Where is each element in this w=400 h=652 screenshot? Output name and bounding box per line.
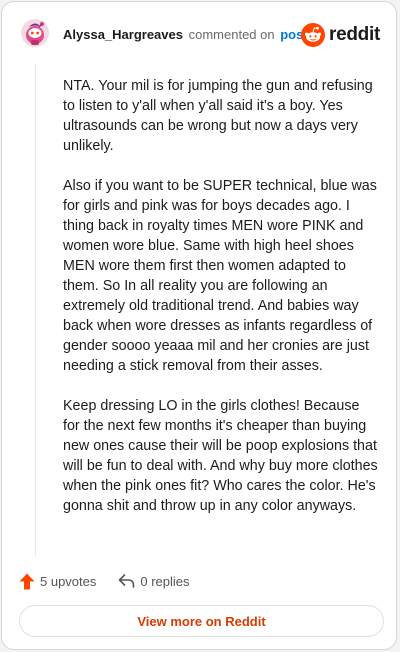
comment-footer: 5 upvotes 0 replies — [19, 571, 190, 591]
upvote-count: 5 upvotes — [40, 573, 97, 589]
reply-stat[interactable]: 0 replies — [118, 573, 190, 589]
reddit-logo-icon — [301, 23, 326, 47]
reply-count: 0 replies — [140, 573, 190, 589]
comment-paragraph: NTA. Your mil is for jumping the gun and… — [63, 78, 373, 154]
comment-paragraph: Keep dressing LO in the girls clothes! B… — [63, 398, 378, 514]
username-link[interactable]: Alyssa_Hargreaves — [63, 27, 183, 42]
action-text: commented on — [188, 27, 275, 42]
reddit-wordmark: reddit — [329, 24, 380, 45]
upvote-stat[interactable]: 5 upvotes — [19, 573, 96, 590]
comment-body: NTA. Your mil is for jumping the gun and… — [63, 76, 379, 536]
upvote-arrow-icon — [19, 573, 35, 589]
comment-embed-card: Alyssa_Hargreaves commented on post redd… — [1, 1, 397, 650]
comment-meta: Alyssa_Hargreaves commented on post — [63, 27, 308, 42]
comment-header: Alyssa_Hargreaves commented on post redd… — [20, 18, 380, 52]
thread-line — [35, 64, 36, 556]
reddit-brand[interactable]: reddit — [301, 22, 380, 48]
avatar[interactable] — [20, 18, 50, 48]
view-more-button[interactable]: View more on Reddit — [19, 605, 384, 637]
comment-paragraph: Also if you want to be SUPER technical, … — [63, 178, 377, 374]
reply-arrow-icon — [119, 574, 135, 588]
